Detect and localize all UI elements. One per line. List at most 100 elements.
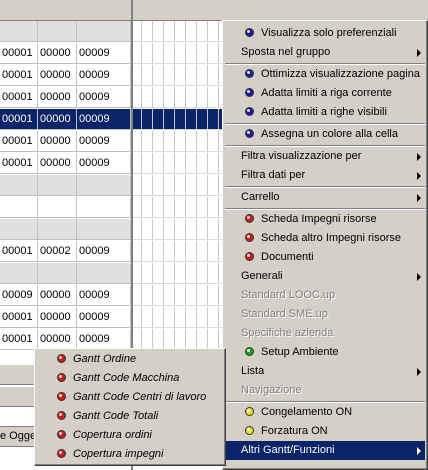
menu-item-label: Congelamento ON (261, 406, 353, 418)
table-cell[interactable] (38, 263, 77, 284)
table-cell[interactable]: 00000 (38, 109, 77, 130)
table-cell[interactable] (0, 175, 38, 196)
table-cell[interactable]: 00000 (38, 87, 77, 108)
yellow-bullet-icon (245, 407, 254, 416)
red-bullet-icon (245, 214, 254, 223)
table-cell[interactable]: 00001 (0, 329, 38, 350)
menu-item-filtra-visualizzazione-per[interactable]: Filtra visualizzazione per (225, 147, 425, 166)
menu-item-label: Copertura ordini (73, 429, 152, 441)
menu-item-standard-looc-up: Standard LOOC.up (225, 286, 425, 305)
table-cell[interactable]: 00009 (77, 43, 131, 64)
menu-item-documenti[interactable]: Documenti (225, 248, 425, 267)
submenu-arrow-icon (417, 273, 421, 281)
menu-item-gantt-code-macchina[interactable]: Gantt Code Macchina (37, 369, 223, 388)
table-cell[interactable] (0, 21, 38, 42)
menu-item-congelamento-on[interactable]: Congelamento ON (225, 403, 425, 422)
red-bullet-icon (57, 392, 66, 401)
table-cell[interactable] (38, 197, 77, 218)
table-cell[interactable]: 00000 (38, 329, 77, 350)
menu-item-label: Standard LOOC.up (241, 289, 336, 301)
table-cell[interactable] (77, 263, 131, 284)
menu-item-label: Gantt Code Macchina (73, 372, 180, 384)
table-cell[interactable] (0, 197, 38, 218)
menu-item-label: Ottimizza visualizzazione pagina (261, 68, 420, 80)
table-cell[interactable]: 00009 (77, 285, 131, 306)
table-cell[interactable]: 00001 (0, 131, 38, 152)
red-bullet-icon (57, 449, 66, 458)
menu-item-label: Visualizza solo preferenziali (261, 27, 397, 39)
menu-item-label: Navigazione (241, 384, 302, 396)
menu-item-label: Adatta limiti a righe visibili (261, 106, 387, 118)
menu-item-gantt-code-totali[interactable]: Gantt Code Totali (37, 407, 223, 426)
oggetti-tab[interactable]: e Ogget (0, 426, 38, 447)
menu-item-label: Altri Gantt/Funzioni (241, 444, 335, 456)
table-cell[interactable]: 00001 (0, 109, 38, 130)
table-cell[interactable] (38, 175, 77, 196)
table-cell[interactable]: 00009 (0, 285, 38, 306)
menu-item-label: Carrello (241, 191, 280, 203)
menu-item-scheda-altro-impegni-risorse[interactable]: Scheda altro Impegni risorse (225, 229, 425, 248)
table-cell[interactable]: 00000 (38, 43, 77, 64)
menu-item-carrello[interactable]: Carrello (225, 188, 425, 207)
table-cell[interactable]: 00000 (38, 153, 77, 174)
menu-item-label: Adatta limiti a riga corrente (261, 87, 392, 99)
table-cell[interactable]: 00001 (0, 87, 38, 108)
table-cell[interactable] (77, 197, 131, 218)
menu-item-scheda-impegni-risorse[interactable]: Scheda Impegni risorse (225, 210, 425, 229)
table-cell[interactable] (38, 219, 77, 240)
table-cell[interactable]: 00002 (38, 241, 77, 262)
table-cell[interactable]: 00001 (0, 241, 38, 262)
table-cell[interactable] (77, 219, 131, 240)
table-cell[interactable]: 00000 (38, 131, 77, 152)
menu-item-generali[interactable]: Generali (225, 267, 425, 286)
menu-item-visualizza-solo-preferenziali[interactable]: Visualizza solo preferenziali (225, 24, 425, 43)
menu-item-adatta-limiti-a-riga-corrente[interactable]: Adatta limiti a riga corrente (225, 84, 425, 103)
table-cell[interactable]: 00009 (77, 131, 131, 152)
table-cell[interactable] (38, 21, 77, 42)
table-cell[interactable]: 00009 (77, 109, 131, 130)
table-cell[interactable] (77, 21, 131, 42)
menu-item-gantt-code-centri-di-lavoro[interactable]: Gantt Code Centri di lavoro (37, 388, 223, 407)
table-cell[interactable]: 00001 (0, 65, 38, 86)
menu-item-altri-gantt-funzioni[interactable]: Altri Gantt/Funzioni (225, 441, 425, 460)
table-cell[interactable]: 00009 (77, 241, 131, 262)
table-cell[interactable] (77, 175, 131, 196)
menu-item-label: Gantt Code Centri di lavoro (73, 391, 207, 403)
menu-item-gantt-ordine[interactable]: Gantt Ordine (37, 350, 223, 369)
red-bullet-icon (57, 354, 66, 363)
menu-item-adatta-limiti-a-righe-visibili[interactable]: Adatta limiti a righe visibili (225, 103, 425, 122)
menu-item-setup-ambiente[interactable]: Setup Ambiente (225, 343, 425, 362)
table-cell[interactable]: 00009 (77, 307, 131, 328)
red-bullet-icon (57, 430, 66, 439)
table-cell[interactable]: 00009 (77, 153, 131, 174)
table-cell[interactable]: 00000 (38, 285, 77, 306)
menu-item-filtra-dati-per[interactable]: Filtra dati per (225, 166, 425, 185)
menu-item-forzatura-on[interactable]: Forzatura ON (225, 422, 425, 441)
table-cell[interactable]: 00001 (0, 153, 38, 174)
table-cell[interactable]: 00001 (0, 43, 38, 64)
menu-item-copertura-impegni[interactable]: Copertura impegni (37, 445, 223, 464)
table-cell[interactable]: 00009 (77, 87, 131, 108)
menu-item-copertura-ordini[interactable]: Copertura ordini (37, 426, 223, 445)
menu-item-ottimizza-visualizzazione-pagina[interactable]: Ottimizza visualizzazione pagina (225, 65, 425, 84)
submenu-arrow-icon (417, 153, 421, 161)
green-bullet-icon (245, 347, 254, 356)
menu-item-label: Gantt Ordine (73, 353, 136, 365)
submenu-arrow-icon (417, 447, 421, 455)
blue-bullet-icon (245, 69, 254, 78)
menu-item-assegna-un-colore-alla-cella[interactable]: Assegna un colore alla cella (225, 125, 425, 144)
table-cell[interactable]: 00001 (0, 307, 38, 328)
menu-item-sposta-nel-gruppo[interactable]: Sposta nel gruppo (225, 43, 425, 62)
table-cell[interactable]: 00000 (38, 65, 77, 86)
table-cell[interactable]: 00009 (77, 65, 131, 86)
table-cell[interactable]: 00009 (77, 329, 131, 350)
table-cell[interactable]: 00000 (38, 307, 77, 328)
menu-item-label: Documenti (261, 251, 314, 263)
table-cell[interactable] (0, 263, 38, 284)
submenu-arrow-icon (417, 368, 421, 376)
menu-item-lista[interactable]: Lista (225, 362, 425, 381)
menu-item-specifiche-azienda: Specifiche azienda (225, 324, 425, 343)
menu-item-label: Standard SME.up (241, 308, 328, 320)
table-cell[interactable] (0, 219, 38, 240)
menu-item-label: Setup Ambiente (261, 346, 339, 358)
